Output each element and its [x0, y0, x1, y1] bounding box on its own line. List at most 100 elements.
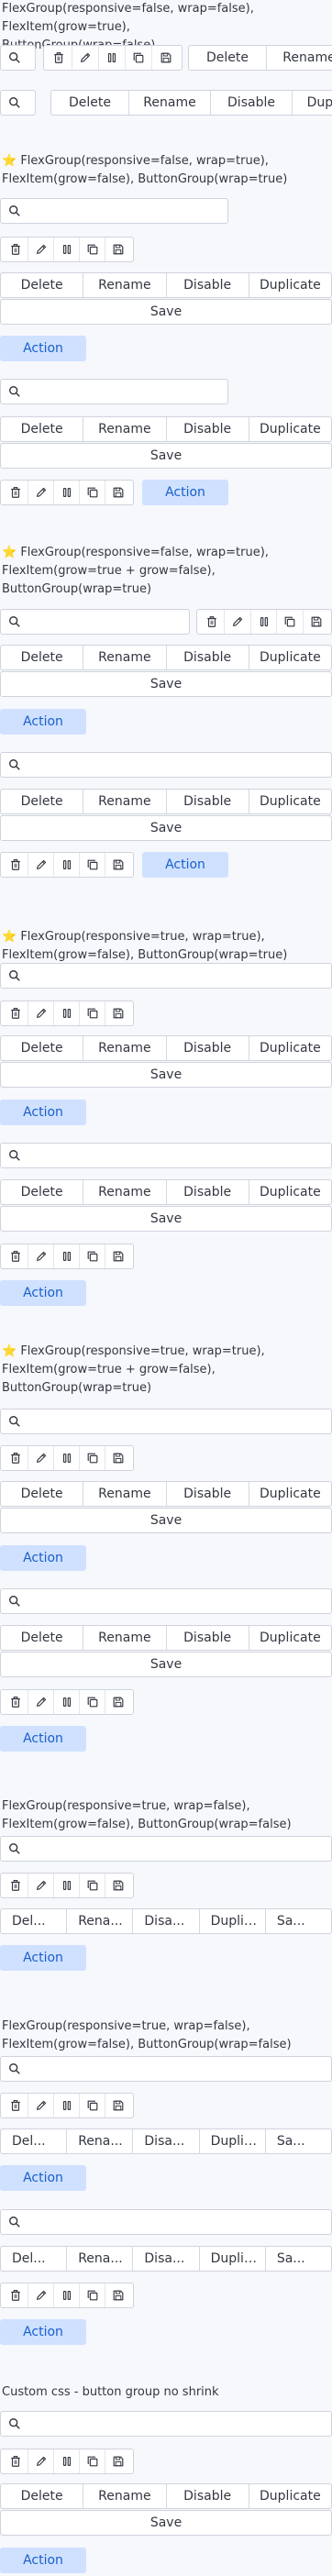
pause-icon-button[interactable] — [54, 481, 80, 504]
save-icon-button[interactable] — [304, 610, 329, 634]
search-input[interactable] — [0, 45, 36, 71]
save-button[interactable]: Save — [0, 815, 332, 841]
delete-button[interactable]: Delete — [1, 790, 84, 813]
action-button[interactable]: Action — [0, 336, 86, 361]
save-button[interactable]: Save — [0, 1652, 332, 1677]
delete-button[interactable]: Delete — [1, 1180, 84, 1204]
trash-icon-button[interactable] — [3, 238, 28, 261]
disable-button[interactable]: Disable — [167, 417, 249, 441]
action-button[interactable]: Action — [0, 2548, 86, 2573]
pause-icon-button[interactable] — [54, 1001, 80, 1025]
save-icon-button[interactable] — [105, 2449, 131, 2473]
save-button[interactable]: Save — [0, 1206, 332, 1232]
search-input[interactable] — [0, 1409, 332, 1434]
trash-icon-button[interactable] — [3, 853, 28, 877]
rename-button[interactable]: Rename — [83, 1180, 167, 1204]
pencil-icon-button[interactable] — [28, 2094, 54, 2117]
disable-button[interactable]: Disable — [167, 1036, 249, 1060]
copy-icon-button[interactable] — [126, 46, 152, 70]
save-icon-button[interactable] — [152, 46, 179, 70]
search-input[interactable] — [0, 2209, 332, 2235]
save-button[interactable]: Save — [0, 2510, 332, 2536]
pencil-icon-button[interactable] — [28, 853, 54, 877]
trash-icon-button[interactable] — [3, 2094, 28, 2117]
disable-button[interactable]: Disa... — [133, 1909, 200, 1933]
disable-button[interactable]: Disable — [167, 790, 249, 813]
pause-icon-button[interactable] — [54, 1690, 80, 1714]
delete-button[interactable]: Delete — [51, 91, 129, 115]
copy-icon-button[interactable] — [80, 238, 105, 261]
disable-button[interactable]: Disable — [211, 91, 293, 115]
delete-button[interactable]: Delete — [189, 46, 267, 70]
pencil-icon-button[interactable] — [28, 1446, 54, 1470]
save-button[interactable]: Save — [0, 299, 332, 325]
trash-icon-button[interactable] — [3, 1244, 28, 1268]
copy-icon-button[interactable] — [80, 1446, 105, 1470]
pause-icon-button[interactable] — [54, 238, 80, 261]
action-button[interactable]: Action — [0, 1545, 86, 1571]
copy-icon-button[interactable] — [80, 853, 105, 877]
pause-icon-button[interactable] — [54, 1244, 80, 1268]
disable-button[interactable]: Disable — [167, 273, 249, 297]
save-icon-button[interactable] — [105, 238, 131, 261]
rename-button[interactable]: Rename — [129, 91, 211, 115]
pause-icon-button[interactable] — [54, 1874, 80, 1897]
trash-icon-button[interactable] — [46, 46, 72, 70]
save-icon-button[interactable] — [105, 1874, 131, 1897]
rename-button[interactable]: Rename — [83, 1482, 167, 1506]
save-button[interactable]: Save — [0, 443, 332, 469]
trash-icon-button[interactable] — [3, 481, 28, 504]
pause-icon-button[interactable] — [54, 853, 80, 877]
search-input[interactable] — [0, 90, 36, 116]
rename-button[interactable]: Rename — [267, 46, 332, 70]
delete-button[interactable]: Del... — [1, 2129, 68, 2153]
delete-button[interactable]: Delete — [1, 273, 84, 297]
action-button[interactable]: Action — [142, 480, 228, 505]
save-icon-button[interactable] — [105, 1244, 131, 1268]
duplicate-button[interactable]: Duplicate — [249, 2484, 331, 2508]
trash-icon-button[interactable] — [3, 1690, 28, 1714]
save-button[interactable]: Save — [0, 1062, 332, 1088]
search-input[interactable] — [0, 1588, 332, 1614]
copy-icon-button[interactable] — [80, 1001, 105, 1025]
duplicate-button[interactable]: Duplicate — [249, 417, 331, 441]
duplicate-button[interactable]: Duplicate — [249, 1482, 331, 1506]
duplicate-button[interactable]: Duplic... — [200, 2247, 266, 2271]
disable-button[interactable]: Disable — [167, 1626, 249, 1650]
copy-icon-button[interactable] — [80, 1244, 105, 1268]
copy-icon-button[interactable] — [277, 610, 304, 634]
disable-button[interactable]: Disable — [167, 1180, 249, 1204]
disable-button[interactable]: Disable — [167, 2484, 249, 2508]
rename-button[interactable]: Rename — [83, 790, 167, 813]
pencil-icon-button[interactable] — [28, 481, 54, 504]
search-input[interactable] — [0, 2056, 332, 2082]
delete-button[interactable]: Del... — [1, 2247, 68, 2271]
action-button[interactable]: Action — [0, 1726, 86, 1752]
duplicate-button[interactable]: Duplicate — [249, 1036, 331, 1060]
duplicate-button[interactable]: Duplicate — [249, 1626, 331, 1650]
duplicate-button[interactable]: Duplic... — [200, 1909, 266, 1933]
pencil-icon-button[interactable] — [28, 2449, 54, 2473]
rename-button[interactable]: Rena... — [67, 1909, 134, 1933]
copy-icon-button[interactable] — [80, 481, 105, 504]
trash-icon-button[interactable] — [3, 1874, 28, 1897]
delete-button[interactable]: Delete — [1, 1482, 84, 1506]
disable-button[interactable]: Disa... — [133, 2247, 200, 2271]
pencil-icon-button[interactable] — [28, 2283, 54, 2307]
save-button[interactable]: Save — [0, 1508, 332, 1533]
action-button[interactable]: Action — [142, 852, 228, 878]
delete-button[interactable]: Delete — [1, 646, 84, 669]
search-input[interactable] — [0, 198, 228, 224]
save-button[interactable]: Save — [0, 671, 332, 697]
duplicate-button[interactable]: Duplicate — [249, 273, 331, 297]
pencil-icon-button[interactable] — [28, 1244, 54, 1268]
disable-button[interactable]: Disa... — [133, 2129, 200, 2153]
trash-icon-button[interactable] — [199, 610, 226, 634]
copy-icon-button[interactable] — [80, 1874, 105, 1897]
rename-button[interactable]: Rena... — [67, 2247, 134, 2271]
delete-button[interactable]: Delete — [1, 1626, 84, 1650]
save-icon-button[interactable] — [105, 1446, 131, 1470]
action-button[interactable]: Action — [0, 709, 86, 735]
duplicate-button[interactable]: Duplicate — [249, 646, 331, 669]
rename-button[interactable]: Rename — [83, 646, 167, 669]
